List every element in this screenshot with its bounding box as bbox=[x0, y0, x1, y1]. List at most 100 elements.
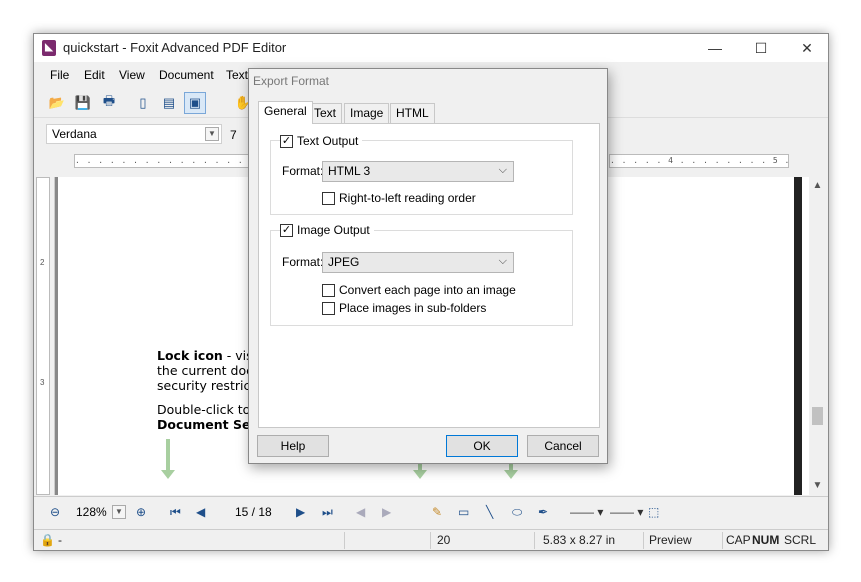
facing-page-icon[interactable]: ▣ bbox=[184, 92, 206, 114]
lock-status: - bbox=[58, 533, 62, 547]
divider bbox=[722, 532, 723, 549]
text-output-checkbox[interactable]: ✓ Text Output bbox=[280, 134, 363, 148]
zoom-out-icon[interactable]: ⊖ bbox=[50, 505, 60, 519]
line-style-icon[interactable]: —— ▾ bbox=[570, 505, 603, 519]
text-output-label: Text Output bbox=[297, 134, 359, 148]
tab-html[interactable]: HTML bbox=[390, 103, 435, 123]
menu-document[interactable]: Document bbox=[159, 68, 214, 82]
field-status: 20 bbox=[437, 533, 451, 547]
dialog-title: Export Format bbox=[253, 74, 330, 88]
checkbox-icon bbox=[322, 191, 335, 205]
page-edge bbox=[55, 177, 58, 495]
horizontal-ruler-left: . . . . . . . . . . . . . . . . . bbox=[74, 154, 249, 168]
image-format-value: JPEG bbox=[328, 255, 360, 269]
doc-line: Document Sec bbox=[157, 417, 258, 432]
minimize-button[interactable]: — bbox=[692, 34, 738, 62]
convert-page-checkbox[interactable]: Convert each page into an image bbox=[322, 283, 516, 297]
tab-text[interactable]: Text bbox=[308, 103, 343, 123]
foxit-logo-icon: ◣ bbox=[42, 40, 56, 56]
scrl-indicator: SCRL bbox=[784, 533, 817, 547]
arrow-down-icon bbox=[161, 439, 175, 479]
back-icon[interactable]: ◀ bbox=[356, 505, 365, 519]
scroll-thumb[interactable] bbox=[812, 407, 823, 425]
page-indicator[interactable]: 15 / 18 bbox=[235, 505, 272, 519]
menu-text[interactable]: Text bbox=[226, 68, 248, 82]
ellipse-icon[interactable]: ⬭ bbox=[512, 505, 522, 520]
doc-line: Double-click to bbox=[157, 402, 251, 417]
close-button[interactable]: ✕ bbox=[784, 34, 828, 62]
vertical-scrollbar[interactable]: ▲ ▼ bbox=[809, 177, 826, 495]
menu-view[interactable]: View bbox=[119, 68, 145, 82]
image-output-checkbox[interactable]: ✓ Image Output bbox=[280, 223, 374, 237]
doc-line: the current doc bbox=[157, 363, 254, 378]
next-page-icon[interactable]: ▶ bbox=[296, 505, 305, 519]
font-name-value: Verdana bbox=[52, 127, 97, 141]
checkbox-icon bbox=[322, 283, 335, 297]
rtl-checkbox[interactable]: Right-to-left reading order bbox=[322, 191, 476, 205]
ok-button[interactable]: OK bbox=[446, 435, 518, 457]
zoom-in-icon[interactable]: ⊕ bbox=[136, 505, 146, 519]
menu-file[interactable]: File bbox=[50, 68, 69, 82]
image-output-label: Image Output bbox=[297, 223, 370, 237]
page-edge bbox=[794, 177, 802, 495]
font-name-select[interactable]: Verdana ▼ bbox=[46, 124, 222, 144]
cap-indicator: CAP bbox=[726, 533, 751, 547]
continuous-page-icon[interactable]: ▤ bbox=[158, 92, 180, 114]
tab-general[interactable]: General bbox=[258, 101, 313, 124]
mode-status: Preview bbox=[649, 533, 692, 547]
subfolders-checkbox[interactable]: Place images in sub-folders bbox=[322, 301, 486, 315]
line-width-icon[interactable]: —— ▾ bbox=[610, 505, 643, 519]
font-size-value[interactable]: 7 bbox=[230, 128, 237, 142]
zoom-select[interactable]: 128% ▼ bbox=[72, 503, 128, 523]
status-bar: 🔒 - 20 5.83 x 8.27 in Preview CAP NUM SC… bbox=[34, 529, 828, 550]
text-format-label: Format: bbox=[282, 164, 324, 178]
vruler-num: 2 bbox=[40, 258, 45, 267]
checkbox-checked-icon: ✓ bbox=[280, 134, 293, 148]
help-button[interactable]: Help bbox=[257, 435, 329, 457]
image-format-select[interactable]: JPEG ⌵ bbox=[322, 252, 514, 273]
horizontal-ruler-right: . . . . . 4 . . . . . . . . 5 . bbox=[609, 154, 789, 168]
menu-edit[interactable]: Edit bbox=[84, 68, 105, 82]
last-page-icon[interactable]: ⏭ bbox=[322, 505, 333, 520]
doc-line: security restric bbox=[157, 378, 251, 393]
maximize-button[interactable]: ☐ bbox=[738, 34, 784, 62]
scroll-down-icon[interactable]: ▼ bbox=[809, 477, 826, 494]
single-page-icon[interactable]: ▯ bbox=[132, 92, 154, 114]
chevron-down-icon: ⌵ bbox=[498, 164, 507, 176]
pencil-icon[interactable]: ✎ bbox=[432, 505, 442, 519]
checkbox-checked-icon: ✓ bbox=[280, 223, 293, 237]
title-bar: ◣ quickstart - Foxit Advanced PDF Editor… bbox=[34, 34, 828, 62]
open-folder-icon[interactable]: 📂 bbox=[46, 92, 68, 114]
pen-icon[interactable]: ✒ bbox=[538, 505, 548, 519]
window-title: quickstart - Foxit Advanced PDF Editor bbox=[63, 40, 287, 55]
chevron-down-icon: ▼ bbox=[112, 505, 126, 519]
convert-page-label: Convert each page into an image bbox=[339, 283, 516, 297]
line-icon[interactable]: ╲ bbox=[486, 505, 493, 519]
divider bbox=[643, 532, 644, 549]
chevron-down-icon: ⌵ bbox=[498, 255, 507, 267]
scroll-up-icon[interactable]: ▲ bbox=[809, 177, 826, 194]
num-indicator: NUM bbox=[752, 533, 780, 547]
divider bbox=[430, 532, 431, 549]
chevron-down-icon: ▼ bbox=[205, 127, 219, 141]
cancel-button[interactable]: Cancel bbox=[527, 435, 599, 457]
rectangle-icon[interactable]: ▭ bbox=[458, 505, 469, 519]
doc-line: Lock icon - vis bbox=[157, 348, 253, 363]
print-icon[interactable]: 🖶 bbox=[98, 92, 120, 114]
forward-icon[interactable]: ▶ bbox=[382, 505, 391, 519]
first-page-icon[interactable]: ⏮ bbox=[170, 505, 181, 520]
save-icon[interactable]: 💾 bbox=[72, 92, 94, 114]
text-format-value: HTML 3 bbox=[328, 164, 371, 178]
doc-bold-text: Lock icon bbox=[157, 348, 223, 363]
lock-icon[interactable]: 🔒 bbox=[40, 533, 55, 547]
vruler-num: 3 bbox=[40, 378, 45, 387]
divider bbox=[534, 532, 535, 549]
prev-page-icon[interactable]: ◀ bbox=[196, 505, 205, 519]
vertical-ruler: 2 3 bbox=[36, 177, 50, 495]
text-format-select[interactable]: HTML 3 ⌵ bbox=[322, 161, 514, 182]
divider bbox=[344, 532, 345, 549]
selection-icon[interactable]: ⬚ bbox=[648, 505, 659, 519]
navigation-bar: ⊖ 128% ▼ ⊕ ⏮ ◀ 15 / 18 ▶ ⏭ ◀ ▶ ✎ ▭ ╲ ⬭ ✒… bbox=[34, 496, 828, 528]
tab-image[interactable]: Image bbox=[344, 103, 390, 123]
image-format-label: Format: bbox=[282, 255, 324, 269]
